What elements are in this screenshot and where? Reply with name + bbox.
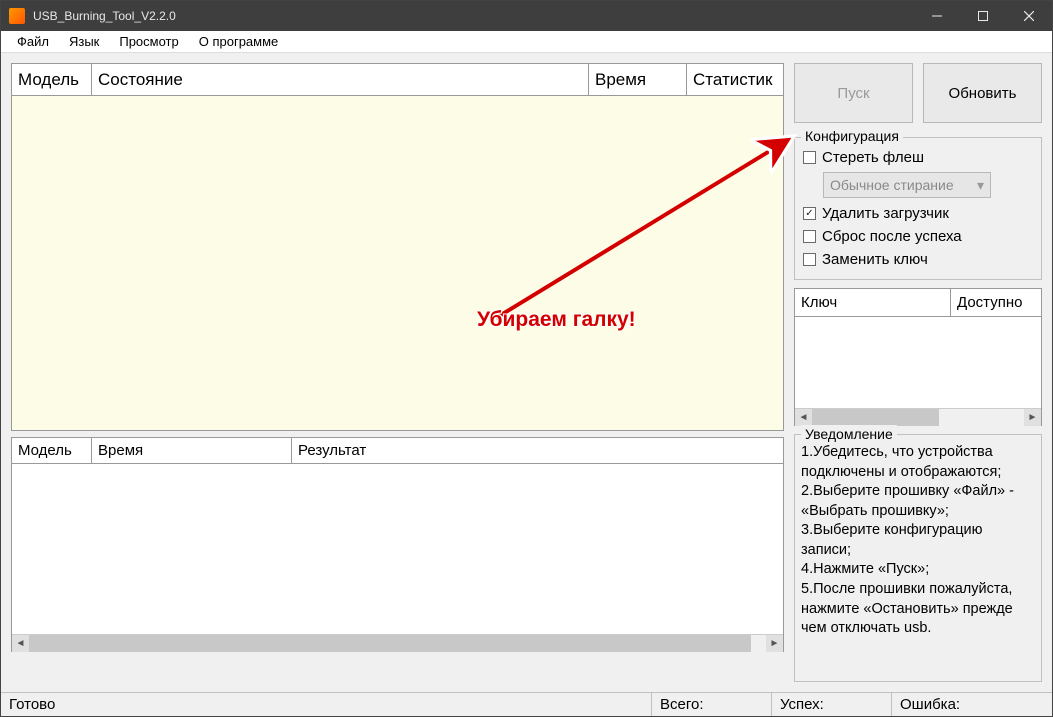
- window-title: USB_Burning_Tool_V2.2.0: [33, 9, 914, 23]
- reset-after-row[interactable]: Сброс после успеха: [803, 225, 1033, 248]
- scroll-right-icon[interactable]: ►: [766, 635, 783, 652]
- config-title: Конфигурация: [801, 128, 903, 144]
- window-controls: [914, 1, 1052, 31]
- log-table: Модель Время Результат ◄ ►: [11, 437, 784, 652]
- replace-key-label: Заменить ключ: [822, 251, 928, 268]
- maximize-button[interactable]: [960, 1, 1006, 31]
- log-scrollbar[interactable]: ◄ ►: [12, 634, 783, 651]
- notice-line-1: 1.Убедитесь, что устройства подключены и…: [801, 443, 1035, 482]
- status-success: Успех:: [772, 693, 892, 716]
- scroll-left-icon[interactable]: ◄: [795, 409, 812, 426]
- status-total: Всего:: [652, 693, 772, 716]
- col-stats[interactable]: Статистик: [687, 64, 783, 96]
- notice-line-2: 2.Выберите прошивку «Файл» - «Выбрать пр…: [801, 482, 1035, 521]
- device-table: Модель Состояние Время Статистик: [11, 63, 784, 431]
- notice-box: Уведомление 1.Убедитесь, что устройства …: [794, 434, 1042, 682]
- notice-line-3: 3.Выберите конфигурацию записи;: [801, 521, 1035, 560]
- menu-view[interactable]: Просмотр: [109, 32, 188, 51]
- menu-language[interactable]: Язык: [59, 32, 109, 51]
- menubar: Файл Язык Просмотр О программе: [1, 31, 1052, 53]
- notice-line-5: 5.После прошивки пожалуйста, нажмите «Ос…: [801, 580, 1035, 639]
- notice-title: Уведомление: [801, 425, 897, 444]
- key-col-key[interactable]: Ключ: [795, 289, 951, 317]
- titlebar: USB_Burning_Tool_V2.2.0: [1, 1, 1052, 31]
- chevron-down-icon: ▾: [977, 177, 984, 194]
- replace-key-row[interactable]: Заменить ключ: [803, 248, 1033, 271]
- close-button[interactable]: [1006, 1, 1052, 31]
- scroll-right-icon[interactable]: ►: [1024, 409, 1041, 426]
- key-table-header: Ключ Доступно: [795, 289, 1041, 317]
- log-col-result[interactable]: Результат: [292, 438, 783, 464]
- erase-bootloader-checkbox[interactable]: ✓: [803, 207, 816, 220]
- key-scrollbar[interactable]: ◄ ►: [795, 408, 1041, 425]
- log-col-time[interactable]: Время: [92, 438, 292, 464]
- col-state[interactable]: Состояние: [92, 64, 589, 96]
- erase-mode-select: Обычное стирание ▾: [823, 172, 991, 198]
- erase-bootloader-label: Удалить загрузчик: [822, 205, 949, 222]
- menu-file[interactable]: Файл: [7, 32, 59, 51]
- replace-key-checkbox[interactable]: [803, 253, 816, 266]
- content-area: Модель Состояние Время Статистик Модель …: [1, 53, 1052, 692]
- left-column: Модель Состояние Время Статистик Модель …: [11, 63, 784, 682]
- start-button[interactable]: Пуск: [794, 63, 913, 123]
- reset-after-label: Сброс после успеха: [822, 228, 962, 245]
- refresh-button[interactable]: Обновить: [923, 63, 1042, 123]
- status-ready: Готово: [1, 693, 652, 716]
- erase-flash-checkbox[interactable]: [803, 151, 816, 164]
- erase-mode-value: Обычное стирание: [830, 177, 954, 193]
- minimize-button[interactable]: [914, 1, 960, 31]
- log-col-model[interactable]: Модель: [12, 438, 92, 464]
- action-buttons: Пуск Обновить: [794, 63, 1042, 123]
- key-col-available[interactable]: Доступно: [951, 289, 1041, 317]
- erase-flash-label: Стереть флеш: [822, 149, 924, 166]
- log-table-body: [12, 464, 783, 634]
- status-error: Ошибка:: [892, 693, 1052, 716]
- device-table-body: [12, 96, 783, 430]
- menu-about[interactable]: О программе: [189, 32, 289, 51]
- key-table: Ключ Доступно ◄ ►: [794, 288, 1042, 426]
- erase-bootloader-row[interactable]: ✓ Удалить загрузчик: [803, 202, 1033, 225]
- config-group: Конфигурация Стереть флеш Обычное стиран…: [794, 137, 1042, 280]
- reset-after-checkbox[interactable]: [803, 230, 816, 243]
- device-table-header: Модель Состояние Время Статистик: [12, 64, 783, 96]
- key-table-body: [795, 317, 1041, 408]
- erase-flash-row[interactable]: Стереть флеш: [803, 146, 1033, 169]
- statusbar: Готово Всего: Успех: Ошибка:: [1, 692, 1052, 716]
- scroll-left-icon[interactable]: ◄: [12, 635, 29, 652]
- col-time[interactable]: Время: [589, 64, 687, 96]
- app-icon: [9, 8, 25, 24]
- col-model[interactable]: Модель: [12, 64, 92, 96]
- notice-line-4: 4.Нажмите «Пуск»;: [801, 560, 1035, 580]
- log-table-header: Модель Время Результат: [12, 438, 783, 464]
- right-column: Пуск Обновить Конфигурация Стереть флеш …: [794, 63, 1042, 682]
